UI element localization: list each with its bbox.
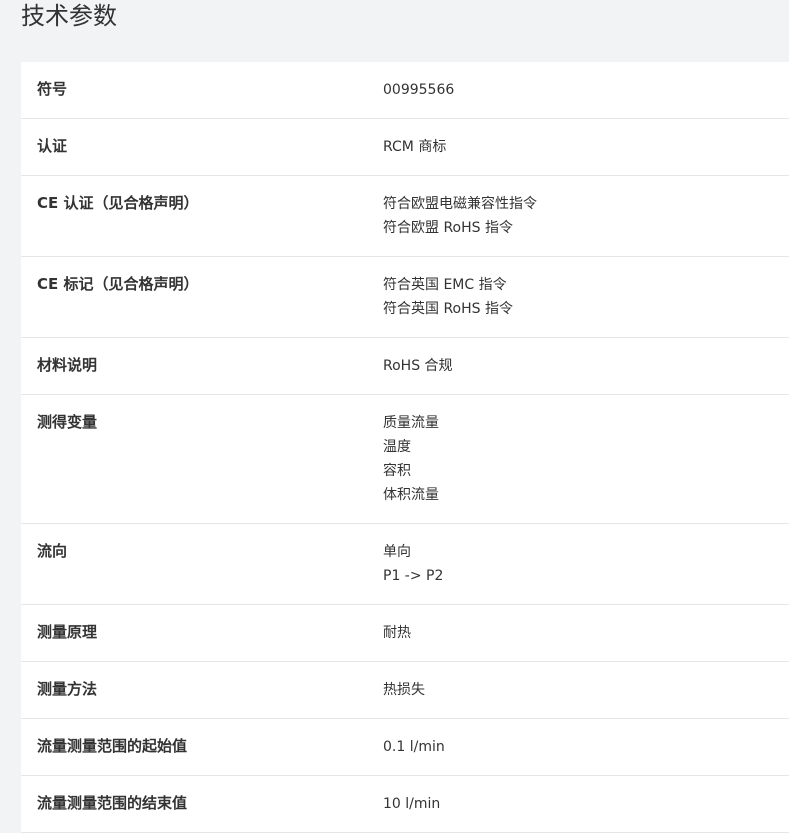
spec-row: 流量测量范围的起始值 0.1 l/min [21, 719, 789, 776]
spec-label: CE 标记（见合格声明） [37, 275, 199, 293]
spec-row: 材料说明 RoHS 合规 [21, 338, 789, 395]
spec-values: 符合欧盟电磁兼容性指令 符合欧盟 RoHS 指令 [383, 192, 789, 240]
spec-value: 热损失 [383, 682, 425, 698]
spec-value: P1 -> P2 [383, 568, 444, 584]
spec-value: 符合欧盟电磁兼容性指令 [383, 196, 537, 212]
spec-row: 测量原理 耐热 [21, 605, 789, 662]
spec-row: 符号 00995566 [21, 62, 789, 119]
spec-label: 认证 [37, 137, 68, 155]
spec-value: 耐热 [383, 625, 411, 641]
spec-row: 流向 单向 P1 -> P2 [21, 524, 789, 605]
spec-values: 10 l/min [383, 792, 789, 816]
spec-value: 单向 [383, 544, 411, 560]
spec-label: 材料说明 [37, 356, 98, 374]
spec-values: 单向 P1 -> P2 [383, 540, 789, 588]
spec-values: 耐热 [383, 621, 789, 645]
spec-row: 测得变量 质量流量温度容积体积流量 [21, 395, 789, 524]
spec-value: 体积流量 [383, 487, 439, 503]
spec-value: 00995566 [383, 82, 455, 98]
spec-label: 流量测量范围的结束值 [37, 794, 188, 812]
spec-row: 认证 RCM 商标 [21, 119, 789, 176]
spec-row: 测量方法 热损失 [21, 662, 789, 719]
spec-value: RCM 商标 [383, 139, 447, 155]
spec-label: 流量测量范围的起始值 [37, 737, 188, 755]
spec-values: 0.1 l/min [383, 735, 789, 759]
spec-values: 热损失 [383, 678, 789, 702]
spec-label: 流向 [37, 542, 68, 560]
spec-values: 符合英国 EMC 指令 符合英国 RoHS 指令 [383, 273, 789, 321]
spec-label: 测量原理 [37, 623, 98, 641]
spec-value: 符合英国 EMC 指令 [383, 277, 507, 293]
spec-table: 符号 00995566 认证 RCM 商标 CE 认证（见合格声明） 符合欧盟电磁兼容性指… [21, 62, 789, 833]
spec-values: 质量流量温度容积体积流量 [383, 411, 789, 507]
spec-row: 流量测量范围的结束值 10 l/min [21, 776, 789, 833]
spec-value: 质量流量 [383, 415, 439, 431]
spec-value: 0.1 l/min [383, 739, 445, 755]
spec-label: 测得变量 [37, 413, 98, 431]
spec-row: CE 标记（见合格声明） 符合英国 EMC 指令 符合英国 RoHS 指令 [21, 257, 789, 338]
spec-row: CE 认证（见合格声明） 符合欧盟电磁兼容性指令 符合欧盟 RoHS 指令 [21, 176, 789, 257]
spec-label: 符号 [37, 80, 68, 98]
page-title: 技术参数 [21, 2, 117, 30]
spec-label: 测量方法 [37, 680, 98, 698]
spec-value: 符合欧盟 RoHS 指令 [383, 220, 513, 236]
spec-value: RoHS 合规 [383, 358, 453, 374]
spec-value: 容积 [383, 463, 411, 479]
spec-values: RCM 商标 [383, 135, 789, 159]
spec-values: RoHS 合规 [383, 354, 789, 378]
spec-value: 温度 [383, 439, 411, 455]
spec-label: CE 认证（见合格声明） [37, 194, 199, 212]
spec-values: 00995566 [383, 78, 789, 102]
spec-value: 10 l/min [383, 796, 441, 812]
spec-value: 符合英国 RoHS 指令 [383, 301, 513, 317]
